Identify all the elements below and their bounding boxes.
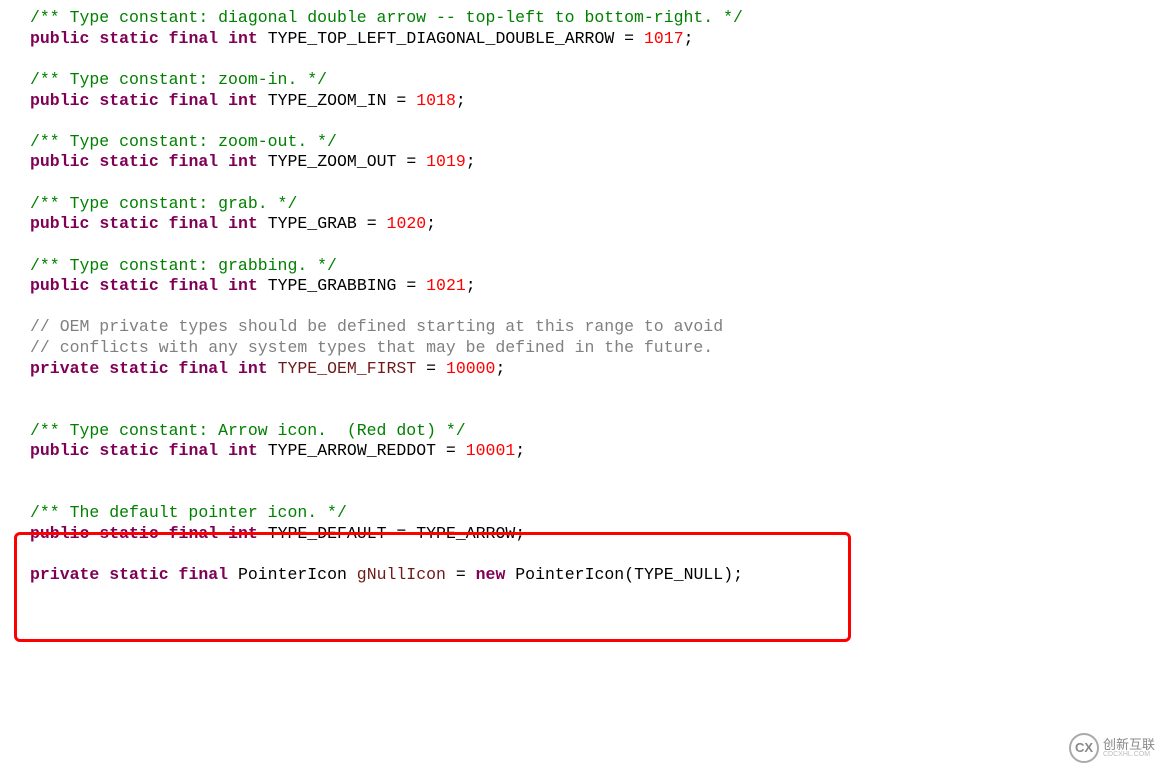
code-line: /** Type constant: zoom-in. */ [30,70,1171,91]
code-line [30,173,1171,194]
code-line: /** Type constant: diagonal double arrow… [30,8,1171,29]
code-line [30,297,1171,318]
watermark-brand: 创新互联 [1103,738,1155,751]
code-line [30,235,1171,256]
code-line: // conflicts with any system types that … [30,338,1171,359]
code-line [30,111,1171,132]
code-line: // OEM private types should be defined s… [30,317,1171,338]
code-line: /** Type constant: grab. */ [30,194,1171,215]
watermark-sub: CDCXHL.COM [1103,751,1155,758]
code-line: public static final int TYPE_TOP_LEFT_DI… [30,29,1171,50]
code-line: /** Type constant: Arrow icon. (Red dot)… [30,421,1171,442]
code-block: /** Type constant: diagonal double arrow… [0,0,1171,594]
watermark: CX 创新互联 CDCXHL.COM [1069,733,1155,763]
code-line: private static final int TYPE_OEM_FIRST … [30,359,1171,380]
code-line: public static final int TYPE_ZOOM_OUT = … [30,152,1171,173]
code-line: /** The default pointer icon. */ [30,503,1171,524]
code-line: public static final int TYPE_ARROW_REDDO… [30,441,1171,462]
code-line [30,544,1171,565]
code-line: public static final int TYPE_ZOOM_IN = 1… [30,91,1171,112]
code-line [30,462,1171,483]
code-line: public static final int TYPE_GRABBING = … [30,276,1171,297]
code-line: /** Type constant: zoom-out. */ [30,132,1171,153]
code-line [30,379,1171,400]
code-line: public static final int TYPE_DEFAULT = T… [30,524,1171,545]
code-line [30,49,1171,70]
watermark-logo-icon: CX [1069,733,1099,763]
code-line: /** Type constant: grabbing. */ [30,256,1171,277]
code-line: private static final PointerIcon gNullIc… [30,565,1171,586]
code-line [30,400,1171,421]
code-line [30,482,1171,503]
code-line: public static final int TYPE_GRAB = 1020… [30,214,1171,235]
